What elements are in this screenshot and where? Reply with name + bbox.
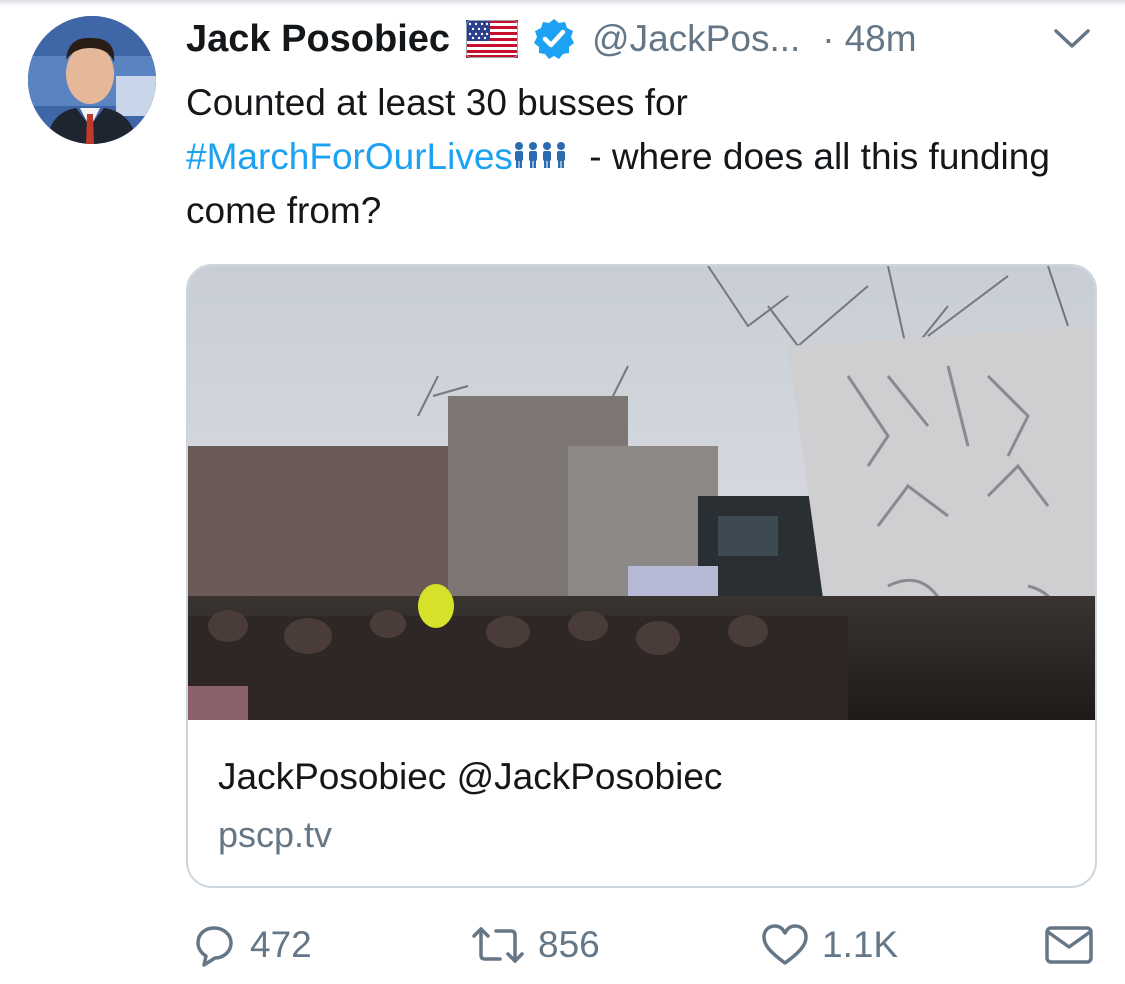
like-button[interactable]: 1.1K <box>760 910 898 980</box>
avatar[interactable] <box>28 16 156 144</box>
tweet-text-line1: Counted at least 30 busses for <box>186 82 688 123</box>
direct-message-button[interactable] <box>1044 910 1094 980</box>
avatar-image <box>28 16 156 144</box>
video-thumbnail[interactable] <box>188 266 1095 720</box>
like-count: 1.1K <box>822 924 899 965</box>
reply-icon <box>196 926 233 967</box>
retweet-icon <box>472 927 524 963</box>
heart-icon <box>762 924 808 965</box>
author-handle[interactable]: @JackPos... <box>592 18 800 60</box>
people-group-emoji <box>513 130 569 168</box>
hashtag-link[interactable]: #MarchForOurLives <box>186 136 513 177</box>
separator-dot: · <box>822 18 835 59</box>
verified-badge-icon <box>532 17 576 61</box>
tweet-text: Counted at least 30 busses for #MarchFor… <box>186 76 1086 238</box>
envelope-icon <box>1045 926 1093 964</box>
chevron-down-icon[interactable] <box>1052 24 1092 54</box>
link-card[interactable]: JackPosobiec @JackPosobiec pscp.tv <box>186 264 1097 888</box>
card-domain: pscp.tv <box>218 814 333 855</box>
reply-button[interactable]: 472 <box>190 910 312 980</box>
card-title: JackPosobiec @JackPosobiec <box>218 756 723 797</box>
timestamp[interactable]: 48m <box>845 18 917 60</box>
reply-count: 472 <box>250 924 312 965</box>
top-divider <box>0 0 1125 6</box>
retweet-count: 856 <box>538 924 600 965</box>
retweet-button[interactable]: 856 <box>470 910 600 980</box>
author-name[interactable]: Jack Posobiec <box>186 18 450 61</box>
us-flag-icon <box>466 20 519 58</box>
tweet-header: Jack Posobiec @JackPos... · 48m <box>186 14 1096 64</box>
action-bar: 472 856 1.1K <box>0 910 1125 980</box>
